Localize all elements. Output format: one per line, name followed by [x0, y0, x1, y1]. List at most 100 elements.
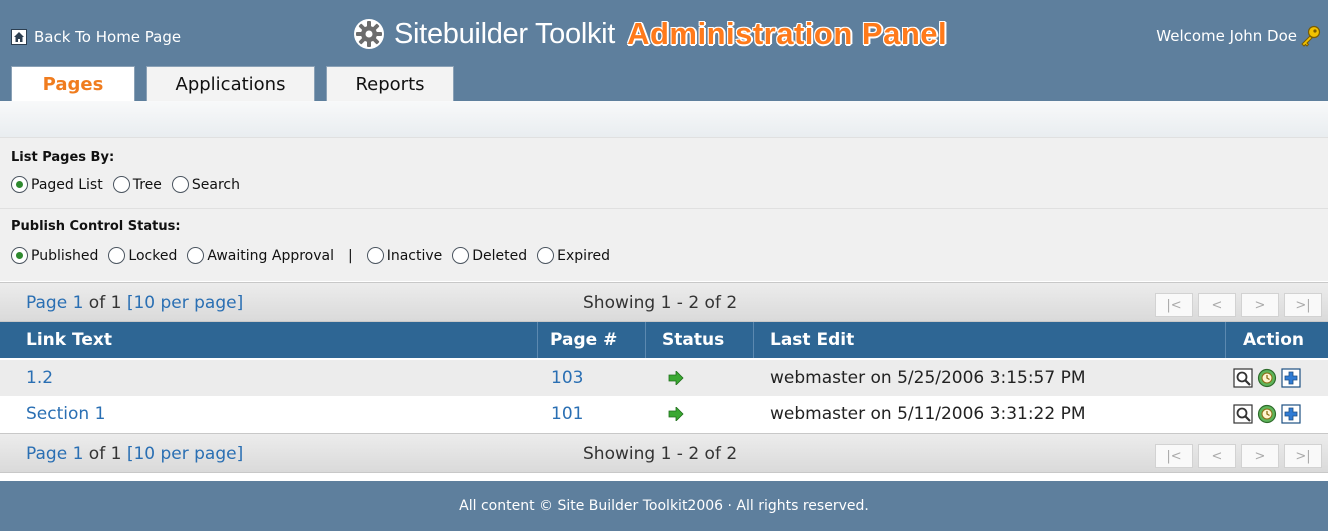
- link-text-cell[interactable]: 1.2: [26, 360, 53, 396]
- list-pages-by-title: List Pages By:: [11, 150, 115, 165]
- table-header: Link Text Page # Status Last Edit Action: [0, 322, 1328, 358]
- table-row: 1.2 103 webmaster on 5/25/2006 3:15:57 P…: [0, 360, 1328, 396]
- page-number-cell[interactable]: 103: [551, 360, 583, 396]
- radio-icon: [187, 247, 205, 264]
- showing-count: Showing 1 - 2 of 2: [583, 444, 738, 464]
- page-indicator: Page 1 of 1 [10 per page]: [26, 444, 243, 464]
- tab-pages[interactable]: Pages: [11, 66, 135, 101]
- radio-icon: [108, 247, 126, 264]
- radio-icon: [537, 247, 555, 264]
- footer: All content © Site Builder Toolkit2006 ·…: [0, 481, 1328, 531]
- page-of: of 1: [88, 444, 122, 464]
- link-text-cell[interactable]: Section 1: [26, 396, 105, 432]
- gear-icon: [354, 19, 384, 49]
- per-page-link[interactable]: [10 per page]: [127, 293, 243, 313]
- tab-bar: Pages Applications Reports: [11, 66, 465, 101]
- tab-reports[interactable]: Reports: [326, 66, 454, 101]
- last-page-button[interactable]: >|: [1284, 293, 1322, 317]
- per-page-link[interactable]: [10 per page]: [127, 444, 243, 464]
- radio-label: Inactive: [386, 247, 443, 264]
- brand: Sitebuilder Toolkit Administration Panel: [352, 16, 947, 52]
- radio-published[interactable]: Published: [11, 247, 98, 264]
- radio-selected-icon: [11, 247, 28, 264]
- add-icon[interactable]: [1281, 368, 1301, 388]
- welcome-text: Welcome John Doe: [1156, 27, 1297, 45]
- history-icon[interactable]: [1257, 404, 1277, 424]
- radio-icon: [452, 247, 470, 264]
- showing-count: Showing 1 - 2 of 2: [583, 293, 738, 313]
- key-icon[interactable]: [1299, 25, 1321, 47]
- page-current-link[interactable]: 1: [73, 444, 84, 464]
- radio-search[interactable]: Search: [171, 176, 240, 193]
- first-page-button[interactable]: |<: [1155, 444, 1193, 468]
- home-link-label: Back To Home Page: [34, 28, 182, 46]
- header-bar: Back To Home Page Sitebuilder Toolkit Ad…: [0, 0, 1328, 101]
- prev-page-button[interactable]: <: [1198, 444, 1236, 468]
- radio-label: Search: [191, 176, 240, 193]
- radio-label: Expired: [557, 247, 611, 264]
- col-page-number[interactable]: Page #: [538, 322, 646, 358]
- tab-applications[interactable]: Applications: [146, 66, 315, 101]
- arrow-right-icon: [668, 360, 684, 396]
- page-indicator: Page 1 of 1 [10 per page]: [26, 293, 243, 313]
- radio-inactive[interactable]: Inactive: [366, 247, 443, 264]
- publish-status-title: Publish Control Status:: [11, 219, 181, 234]
- pager-nav: |< < > >|: [1150, 444, 1322, 468]
- history-icon[interactable]: [1257, 368, 1277, 388]
- add-icon[interactable]: [1281, 404, 1301, 424]
- list-pages-by-section: List Pages By: Paged List Tree Search: [0, 137, 1328, 208]
- row-actions: [1233, 368, 1305, 388]
- radio-paged-list[interactable]: Paged List: [11, 176, 103, 193]
- brand-panel-title: Administration Panel: [627, 16, 948, 51]
- table-row: Section 1 101 webmaster on 5/11/2006 3:3…: [0, 396, 1328, 432]
- footer-text: All content © Site Builder Toolkit2006 ·…: [459, 498, 869, 514]
- radio-label: Awaiting Approval: [207, 247, 334, 264]
- brand-name: Sitebuilder Toolkit: [394, 17, 616, 50]
- page-word: Page: [26, 293, 68, 313]
- radio-expired[interactable]: Expired: [537, 247, 610, 264]
- option-separator: |: [347, 247, 353, 264]
- radio-deleted[interactable]: Deleted: [452, 247, 527, 264]
- radio-icon: [112, 176, 130, 193]
- preview-icon[interactable]: [1233, 368, 1253, 388]
- radio-selected-icon: [11, 176, 28, 193]
- radio-tree[interactable]: Tree: [112, 176, 162, 193]
- list-pages-by-options: Paged List Tree Search: [11, 176, 250, 193]
- radio-locked[interactable]: Locked: [108, 247, 177, 264]
- welcome-message: Welcome John Doe: [1156, 25, 1321, 47]
- radio-label: Published: [31, 247, 99, 264]
- page-of: of 1: [88, 293, 122, 313]
- col-status[interactable]: Status: [646, 322, 754, 358]
- page-current-link[interactable]: 1: [73, 293, 84, 313]
- radio-icon: [171, 176, 189, 193]
- radio-label: Paged List: [31, 176, 103, 193]
- col-last-edit[interactable]: Last Edit: [754, 322, 1226, 358]
- pager-bottom: Page 1 of 1 [10 per page] Showing 1 - 2 …: [0, 433, 1328, 473]
- pager-nav: |< < > >|: [1150, 293, 1322, 317]
- radio-awaiting-approval[interactable]: Awaiting Approval: [187, 247, 334, 264]
- prev-page-button[interactable]: <: [1198, 293, 1236, 317]
- page-number-cell[interactable]: 101: [551, 396, 583, 432]
- radio-label: Tree: [132, 176, 162, 193]
- home-icon: [11, 29, 27, 45]
- next-page-button[interactable]: >: [1241, 444, 1279, 468]
- col-link-text[interactable]: Link Text: [0, 322, 538, 358]
- radio-icon: [366, 247, 384, 264]
- preview-icon[interactable]: [1233, 404, 1253, 424]
- last-edit-cell: webmaster on 5/11/2006 3:31:22 PM: [770, 404, 1086, 424]
- back-to-home-link[interactable]: Back To Home Page: [11, 28, 181, 46]
- col-action: Action: [1243, 330, 1304, 350]
- publish-status-section: Publish Control Status: Published Locked…: [0, 208, 1328, 281]
- radio-label: Locked: [128, 247, 178, 264]
- pager-top: Page 1 of 1 [10 per page] Showing 1 - 2 …: [0, 282, 1328, 322]
- radio-label: Deleted: [472, 247, 528, 264]
- last-page-button[interactable]: >|: [1284, 444, 1322, 468]
- next-page-button[interactable]: >: [1241, 293, 1279, 317]
- row-actions: [1233, 404, 1305, 424]
- arrow-right-icon: [668, 396, 684, 432]
- first-page-button[interactable]: |<: [1155, 293, 1193, 317]
- toolbar-band: [0, 101, 1328, 137]
- page-word: Page: [26, 444, 68, 464]
- last-edit-cell: webmaster on 5/25/2006 3:15:57 PM: [770, 368, 1086, 388]
- publish-status-options: Published Locked Awaiting Approval | Ina…: [11, 247, 620, 264]
